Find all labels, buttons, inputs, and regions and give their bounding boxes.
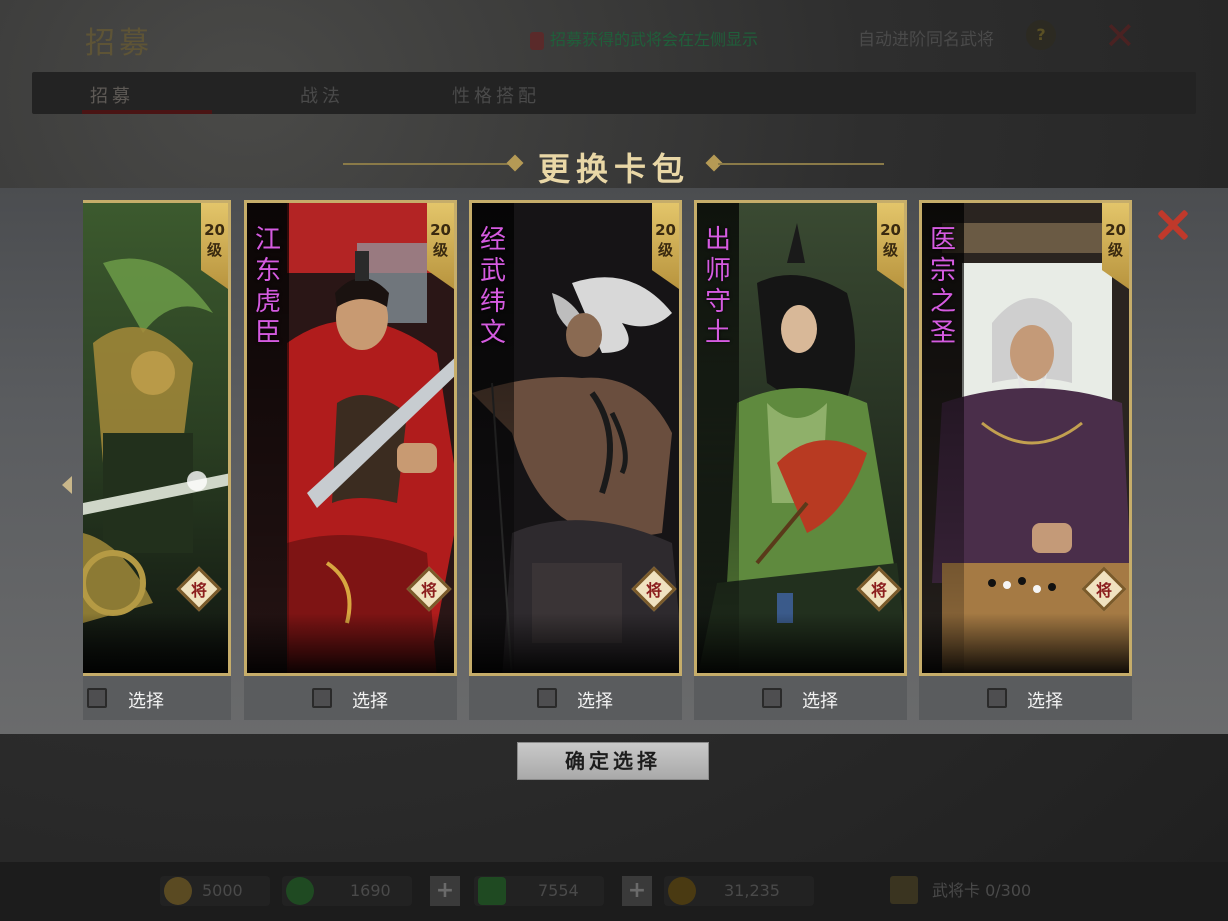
card-frame[interactable]: 经武纬文 20 级 将 bbox=[469, 200, 682, 676]
add-copper-icon: + bbox=[430, 876, 460, 906]
resource-copper-value: 1690 bbox=[350, 881, 391, 900]
select-label: 选择 bbox=[128, 691, 164, 712]
card-level-number: 20 bbox=[880, 221, 901, 239]
general-badge-icon: 将 bbox=[176, 566, 222, 612]
jade-icon bbox=[164, 877, 192, 905]
select-checkbox[interactable] bbox=[537, 688, 557, 708]
background-header: 招募 招募获得的武将会在左侧显示 自动进阶同名武将 ? ✕ 招募 战法 性格搭配 bbox=[0, 0, 1228, 140]
resource-copper: 1690 bbox=[282, 876, 412, 906]
card-name: 出师守土 bbox=[704, 225, 731, 348]
card-level-unit: 级 bbox=[882, 241, 898, 259]
select-label: 选择 bbox=[802, 691, 838, 712]
card-level-unit: 级 bbox=[206, 241, 222, 259]
card-select-row[interactable]: 选择 bbox=[244, 676, 457, 720]
card-pack-2: 经武纬文 20 级 将 选择 bbox=[469, 200, 682, 720]
card-level-number: 20 bbox=[204, 221, 225, 239]
select-label: 选择 bbox=[1027, 691, 1063, 712]
background-tab-bar: 招募 战法 性格搭配 bbox=[32, 72, 1196, 114]
tab-tactics: 战法 bbox=[300, 86, 344, 107]
badge-glyph: 将 bbox=[420, 581, 437, 600]
modal-close-icon[interactable] bbox=[1154, 206, 1192, 244]
card-name: 经武纬文 bbox=[479, 225, 506, 348]
card-pack-1: 江东虎臣 20 级 将 选择 bbox=[244, 200, 457, 720]
card-level-unit: 级 bbox=[432, 241, 448, 259]
general-badge-icon: 将 bbox=[856, 566, 902, 612]
card-pack-4: 医宗之圣 20 级 将 选择 bbox=[919, 200, 1132, 720]
select-checkbox[interactable] bbox=[87, 688, 107, 708]
gold-icon bbox=[668, 877, 696, 905]
modal-title: 更换卡包 bbox=[537, 150, 690, 188]
copper-icon bbox=[286, 877, 314, 905]
resource-token: 7554 bbox=[474, 876, 604, 906]
background-resource-bar: 5000 1690 + 7554 + 31,235 武将卡 0/300 bbox=[0, 862, 1228, 921]
card-select-row[interactable]: 选择 bbox=[83, 676, 231, 720]
card-count: 武将卡 0/300 bbox=[890, 876, 1080, 906]
card-frame[interactable]: 医宗之圣 20 级 将 bbox=[919, 200, 1132, 676]
add-token-icon: + bbox=[622, 876, 652, 906]
confirm-selection-button[interactable]: 确定选择 bbox=[517, 742, 709, 780]
badge-glyph: 将 bbox=[645, 581, 662, 600]
token-icon bbox=[478, 877, 506, 905]
badge-glyph: 将 bbox=[1095, 581, 1112, 600]
card-frame[interactable]: 20 级 将 bbox=[83, 200, 231, 676]
auto-advance-label: 自动进阶同名武将 bbox=[858, 30, 994, 50]
general-badge-icon: 将 bbox=[406, 566, 452, 612]
notice-text: 招募获得的武将会在左侧显示 bbox=[550, 30, 759, 49]
select-checkbox[interactable] bbox=[987, 688, 1007, 708]
select-checkbox[interactable] bbox=[312, 688, 332, 708]
background-close-icon: ✕ bbox=[1104, 14, 1136, 58]
card-name: 江东虎臣 bbox=[254, 225, 281, 348]
general-badge-icon: 将 bbox=[1081, 566, 1127, 612]
title-line-right bbox=[718, 163, 884, 165]
card-level-number: 20 bbox=[430, 221, 451, 239]
select-checkbox[interactable] bbox=[762, 688, 782, 708]
resource-token-value: 7554 bbox=[538, 881, 579, 900]
card-count-label: 武将卡 0/300 bbox=[932, 881, 1032, 900]
card-level-number: 20 bbox=[1105, 221, 1126, 239]
resource-gold-value: 31,235 bbox=[724, 881, 780, 900]
background-page-title: 招募 bbox=[85, 26, 153, 61]
general-icon bbox=[890, 876, 918, 904]
tab-personality: 性格搭配 bbox=[452, 86, 540, 107]
select-label: 选择 bbox=[352, 691, 388, 712]
resource-jade: 5000 bbox=[160, 876, 270, 906]
card-level-unit: 级 bbox=[1107, 241, 1123, 259]
background-notice: 招募获得的武将会在左侧显示 bbox=[530, 26, 758, 50]
card-name: 医宗之圣 bbox=[929, 225, 956, 348]
card-select-row[interactable]: 选择 bbox=[919, 676, 1132, 720]
scroll-left-arrow-icon[interactable] bbox=[62, 476, 72, 494]
badge-glyph: 将 bbox=[870, 581, 887, 600]
resource-jade-value: 5000 bbox=[202, 881, 243, 900]
card-level-unit: 级 bbox=[657, 241, 673, 259]
notice-icon bbox=[530, 31, 544, 50]
card-level-number: 20 bbox=[655, 221, 676, 239]
card-select-row[interactable]: 选择 bbox=[694, 676, 907, 720]
card-pack-0: 20 级 将 选择 bbox=[83, 200, 231, 720]
resource-gold: 31,235 bbox=[664, 876, 814, 906]
help-icon: ? bbox=[1026, 20, 1056, 50]
card-select-row[interactable]: 选择 bbox=[469, 676, 682, 720]
general-badge-icon: 将 bbox=[631, 566, 677, 612]
card-frame[interactable]: 出师守土 20 级 将 bbox=[694, 200, 907, 676]
select-label: 选择 bbox=[577, 691, 613, 712]
badge-glyph: 将 bbox=[190, 581, 207, 600]
active-tab-underline bbox=[82, 110, 212, 114]
modal-title-bar: 更换卡包 bbox=[0, 140, 1228, 188]
card-frame[interactable]: 江东虎臣 20 级 将 bbox=[244, 200, 457, 676]
card-pack-3: 出师守土 20 级 将 选择 bbox=[694, 200, 907, 720]
tab-recruit: 招募 bbox=[90, 86, 134, 107]
